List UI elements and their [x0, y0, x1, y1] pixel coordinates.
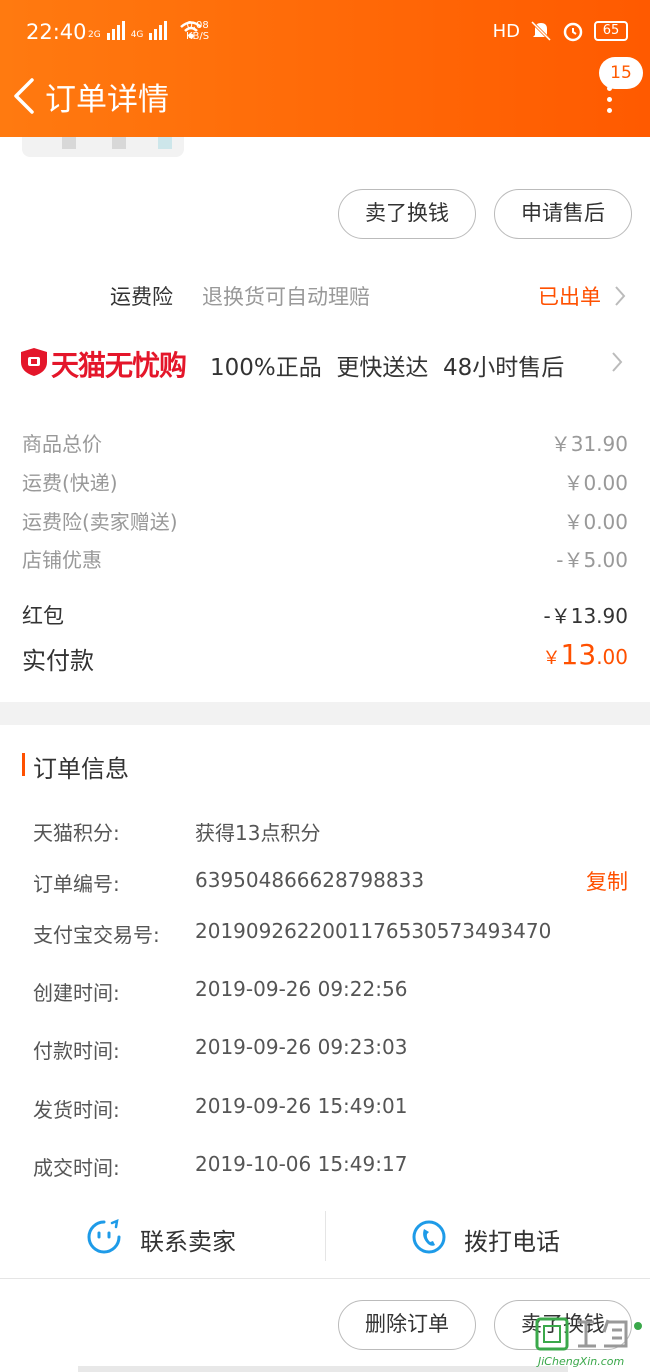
call-phone-label: 拨打电话: [464, 1228, 560, 1256]
section-accent-bar: [22, 753, 25, 776]
contact-seller-label: 联系卖家: [140, 1228, 236, 1256]
price-value-shipping-insurance: ￥0.00: [563, 510, 628, 534]
status-bar: 22:40 2G 4G 0.08 KB/S HD 65: [0, 0, 650, 64]
phone-icon: [412, 1220, 446, 1254]
contact-seller-button[interactable]: 联系卖家: [0, 1208, 325, 1268]
order-info-value-alipay-trade-no: 2019092622001176530573493470: [195, 919, 552, 943]
tmall-shield-icon: [21, 348, 47, 376]
product-image[interactable]: [22, 137, 184, 157]
order-info-value-completed: 2019-10-06 15:49:17: [195, 1152, 408, 1176]
speed-value: 0.08: [186, 20, 209, 31]
paid-currency: ￥: [542, 648, 561, 669]
paid-integer: 13: [560, 638, 597, 671]
alarm-icon: [563, 22, 583, 42]
chevron-right-icon: [615, 286, 626, 306]
message-count-badge: 15: [599, 57, 643, 89]
order-info-value-order-number: 639504866628798833: [195, 868, 425, 892]
price-value-shipping: ￥0.00: [563, 471, 628, 495]
signal-bars-icon-2: [149, 20, 168, 40]
price-label-shipping: 运费(快递): [22, 471, 118, 495]
red-packet-value: -￥13.90: [543, 604, 628, 628]
back-arrow-icon[interactable]: [10, 76, 40, 116]
order-info-label-created: 创建时间:: [33, 981, 120, 1005]
chevron-right-icon: [612, 352, 623, 372]
status-time: 22:40: [26, 20, 87, 44]
app-header: 22:40 2G 4G 0.08 KB/S HD 65 订单详情 15: [0, 0, 650, 137]
order-info-label-alipay-trade-no: 支付宝交易号:: [33, 923, 160, 947]
hd-indicator: HD: [492, 20, 520, 42]
price-value-store-discount: -￥5.00: [556, 548, 628, 572]
copy-order-number-button[interactable]: 复制: [586, 866, 628, 896]
sell-for-cash-button[interactable]: 卖了换钱: [338, 189, 476, 239]
paid-decimal: .00: [596, 645, 628, 669]
order-info-label-points: 天猫积分:: [33, 821, 120, 845]
network-4g-label: 4G: [130, 30, 144, 40]
order-info-value-shipped: 2019-09-26 15:49:01: [195, 1094, 408, 1118]
bottom-bar-divider: [0, 1278, 650, 1279]
network-speed: 0.08 KB/S: [186, 20, 209, 42]
watermark-text: JiChengXin.com: [538, 1355, 625, 1368]
order-info-title: 订单信息: [33, 755, 129, 783]
order-info-value-points: 获得13点积分: [195, 821, 321, 845]
red-packet-label: 红包: [22, 604, 64, 628]
status-right-icons: HD 65: [493, 20, 628, 42]
chat-face-icon: [87, 1219, 121, 1254]
delete-order-button[interactable]: 删除订单: [338, 1300, 476, 1350]
paid-amount-value: ￥13.00: [543, 638, 628, 671]
more-menu-icon[interactable]: [604, 86, 614, 116]
mute-icon: [530, 20, 552, 42]
tmall-perks: 100%正品 更快送达 48小时售后: [210, 355, 565, 381]
bottom-shadow: [78, 1366, 568, 1372]
section-divider: [0, 702, 650, 725]
price-value-item-total: ￥31.90: [550, 432, 628, 456]
network-2g-label: 2G: [88, 30, 101, 40]
speed-unit: KB/S: [186, 31, 210, 42]
order-info-label-shipped: 发货时间:: [33, 1098, 120, 1122]
shipping-insurance-desc: 退换货可自动理赔: [202, 285, 370, 309]
watermark-logo-glyphs-icon: [578, 1319, 642, 1348]
price-label-item-total: 商品总价: [22, 432, 102, 456]
call-phone-button[interactable]: 拨打电话: [326, 1208, 650, 1268]
price-label-store-discount: 店铺优惠: [22, 548, 102, 572]
page-title: 订单详情: [45, 82, 169, 118]
site-watermark: JiChengXin.com: [530, 1312, 648, 1372]
watermark-logo-icon: [535, 1317, 569, 1351]
order-info-value-created: 2019-09-26 09:22:56: [195, 977, 408, 1001]
shipping-insurance-status: 已出单: [538, 285, 601, 309]
tmall-logo-text: 天猫无忧购: [51, 349, 187, 382]
shipping-insurance-title: 运费险: [110, 285, 173, 309]
battery-indicator: 65: [594, 21, 628, 41]
apply-after-sale-button[interactable]: 申请售后: [494, 189, 632, 239]
signal-bars-icon: [106, 20, 125, 40]
order-info-label-paid: 付款时间:: [33, 1039, 120, 1063]
paid-amount-label: 实付款: [22, 647, 94, 675]
order-info-label-order-number: 订单编号:: [33, 872, 120, 896]
order-info-label-completed: 成交时间:: [33, 1156, 120, 1180]
order-info-value-paid: 2019-09-26 09:23:03: [195, 1035, 408, 1059]
price-label-shipping-insurance: 运费险(卖家赠送): [22, 510, 178, 534]
